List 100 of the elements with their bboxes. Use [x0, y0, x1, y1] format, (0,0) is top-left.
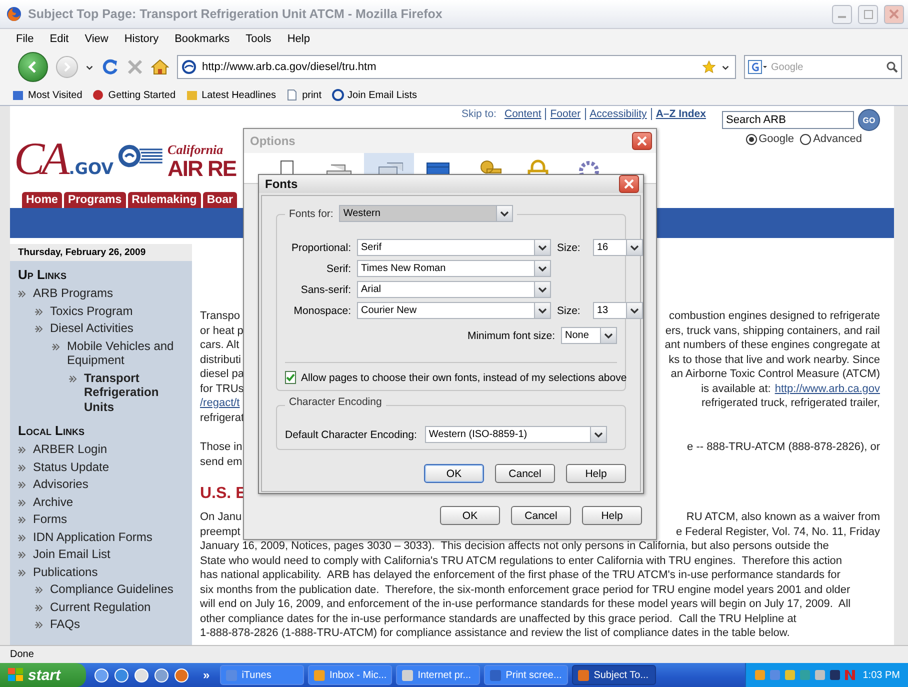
- quick-launch-icon[interactable]: [114, 668, 129, 682]
- taskbar-button[interactable]: Print scree...: [484, 665, 568, 685]
- browser-logo-icon: [6, 6, 22, 22]
- taskbar-button[interactable]: Internet pr...: [396, 665, 480, 685]
- minimize-button[interactable]: [832, 4, 852, 24]
- dialog-button[interactable]: OK: [424, 464, 484, 483]
- dialog-button[interactable]: Cancel: [511, 506, 571, 525]
- nav-tab[interactable]: Home: [22, 192, 62, 208]
- close-button[interactable]: [632, 132, 652, 150]
- sidebar-link[interactable]: Archive: [33, 494, 74, 509]
- sidebar-link[interactable]: Join Email List: [33, 547, 110, 562]
- quick-launch-icon[interactable]: [174, 668, 189, 682]
- bookmark-link[interactable]: Join Email Lists: [332, 89, 417, 101]
- dialog-button[interactable]: Help: [566, 464, 626, 483]
- taskbar-button[interactable]: Inbox - Mic...: [308, 665, 392, 685]
- menu-item[interactable]: File: [8, 33, 42, 45]
- search-option[interactable]: Advanced: [800, 133, 862, 145]
- dialog-title: Options: [250, 134, 296, 148]
- start-button[interactable]: start: [0, 663, 86, 687]
- dialog-button[interactable]: Help: [582, 506, 642, 525]
- radio-button[interactable]: [746, 134, 757, 144]
- nav-tab[interactable]: Boar: [202, 192, 238, 208]
- back-button[interactable]: [18, 52, 48, 82]
- body-text: is available at:: [701, 382, 771, 396]
- sidebar-link[interactable]: ARB Programs: [33, 286, 114, 300]
- menu-item[interactable]: View: [76, 33, 116, 45]
- window-title: Subject Top Page: Transport Refrigeration Unit ATCM - Mozilla Firefox: [28, 7, 444, 21]
- search-icon[interactable]: [886, 61, 898, 73]
- double-arrow-icon: [18, 532, 28, 542]
- bookmark-link[interactable]: Getting Started: [92, 89, 176, 101]
- bookmark-link[interactable]: Most Visited: [12, 89, 82, 101]
- caret-icon: [722, 64, 729, 70]
- dropdown[interactable]: Serif: [357, 239, 551, 256]
- search-field[interactable]: Search ARB: [722, 111, 854, 129]
- date-label: Thursday, February 26, 2009: [10, 244, 192, 261]
- skip-link[interactable]: Accessibility: [584, 108, 647, 120]
- menu-item[interactable]: Tools: [238, 33, 280, 45]
- taskbar-button[interactable]: Subject To...: [572, 665, 656, 685]
- dropdown[interactable]: None: [561, 327, 617, 344]
- dropdown[interactable]: Western (ISO-8859-1): [424, 426, 607, 443]
- sidebar-link[interactable]: ARBER Login: [33, 442, 108, 456]
- sidebar-link[interactable]: Forms: [33, 512, 67, 526]
- more-indicator[interactable]: »: [197, 668, 216, 682]
- dialog-button[interactable]: Cancel: [495, 464, 555, 483]
- star-icon[interactable]: [702, 60, 716, 74]
- dropdown[interactable]: Arial: [357, 281, 551, 298]
- search-engine-icon: [748, 60, 768, 74]
- bookmark-icon: [332, 89, 344, 101]
- caret-icon: [538, 285, 547, 294]
- tray-icon[interactable]: [828, 669, 841, 681]
- text-link[interactable]: /regact/t: [200, 396, 240, 410]
- body-text: January 16, 2009, Notices, pages 3030 – 3033). This decision affects not only persons in California, but also persons outside the: [200, 539, 829, 554]
- address-field[interactable]: http://www.arb.ca.gov/diesel/tru.htm: [177, 55, 736, 79]
- dialog-button[interactable]: OK: [440, 506, 500, 525]
- sidebar-link[interactable]: Publications: [33, 564, 98, 579]
- sidebar-link[interactable]: Toxics Program: [50, 304, 133, 318]
- reload-button[interactable]: [101, 58, 119, 76]
- bookmark-link[interactable]: print: [286, 89, 322, 101]
- history-dropdown[interactable]: [86, 64, 93, 70]
- menu-item[interactable]: Help: [279, 33, 318, 45]
- bookmark-link[interactable]: Latest Headlines: [186, 89, 276, 101]
- menu-item[interactable]: Bookmarks: [166, 33, 238, 45]
- nav-tab[interactable]: Rulemaking: [128, 192, 201, 208]
- sidebar-link[interactable]: FAQs: [50, 617, 80, 632]
- menu-item[interactable]: Edit: [42, 33, 77, 45]
- sidebar-link[interactable]: Advisories: [33, 477, 88, 492]
- maximize-button[interactable]: [858, 4, 878, 24]
- dropdown[interactable]: Western: [339, 205, 514, 222]
- search-option[interactable]: Google: [746, 133, 794, 145]
- dropdown[interactable]: Times New Roman: [357, 260, 551, 277]
- quick-launch-icon[interactable]: [94, 668, 109, 682]
- home-button[interactable]: [151, 59, 169, 75]
- sidebar-link[interactable]: Status Update: [33, 460, 110, 474]
- maximize-icon: [864, 10, 872, 18]
- sidebar-link[interactable]: Current Regulation: [50, 600, 151, 614]
- taskbar-button[interactable]: iTunes: [220, 665, 304, 685]
- close-button[interactable]: [619, 175, 639, 193]
- go-button[interactable]: GO: [858, 109, 880, 131]
- checkbox[interactable]: [285, 371, 296, 384]
- quick-launch-icon[interactable]: [134, 668, 149, 682]
- sidebar-link[interactable]: Transport Refrigeration Units: [84, 370, 188, 414]
- body-text: refrigerated truck, refrigerated trailer,: [701, 396, 880, 410]
- nav-tab[interactable]: Programs: [64, 192, 126, 208]
- text-link[interactable]: http://www.arb.ca.gov: [774, 382, 880, 396]
- dropdown[interactable]: Courier New: [357, 302, 551, 319]
- sidebar-link[interactable]: Mobile Vehicles and Equipment: [67, 338, 188, 368]
- checkbox-label[interactable]: Allow pages to choose their own fonts, instead of my selections above: [301, 372, 627, 384]
- sidebar-link[interactable]: Diesel Activities: [50, 321, 134, 336]
- body-text: Those in: [200, 440, 242, 454]
- menu-item[interactable]: History: [116, 33, 167, 45]
- dropdown[interactable]: 13: [593, 302, 643, 319]
- quick-launch-icon[interactable]: [154, 668, 169, 682]
- double-arrow-icon: [18, 568, 28, 578]
- sidebar-link[interactable]: Compliance Guidelines: [50, 582, 174, 596]
- radio-button[interactable]: [800, 134, 812, 144]
- skip-link[interactable]: Footer: [545, 108, 581, 120]
- skip-link[interactable]: Content: [500, 108, 542, 120]
- dropdown[interactable]: 16: [593, 239, 643, 256]
- sidebar-link[interactable]: IDN Application Forms: [33, 530, 152, 544]
- skip-link[interactable]: A–Z Index: [650, 108, 706, 120]
